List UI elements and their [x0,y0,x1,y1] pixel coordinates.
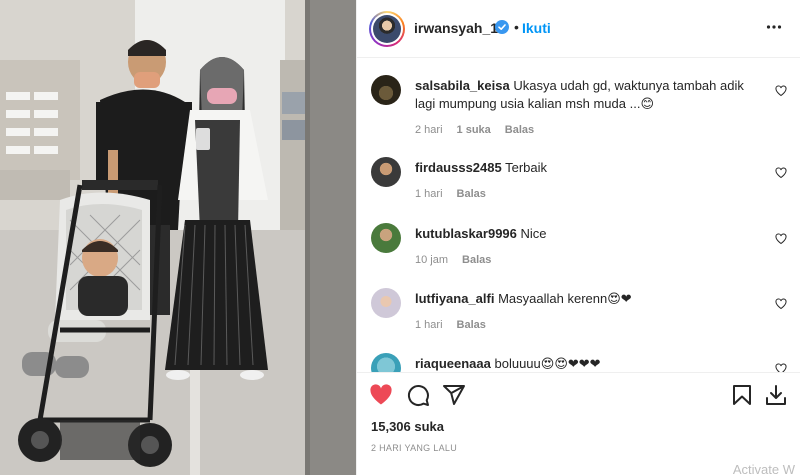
separator-dot: • [514,19,519,35]
comment-text: Terbaik [505,160,548,175]
post-actions: 15,306 suka 2 HARI YANG LALU Activate W [357,372,800,475]
comment-username[interactable]: lutfiyana_alfi [415,291,494,306]
commenter-avatar[interactable] [371,353,401,372]
reply-button[interactable]: Balas [457,319,486,331]
comment-meta: 10 jam Balas [415,254,491,266]
comment-like-icon[interactable] [775,85,787,97]
bookmark-icon[interactable] [730,383,754,407]
download-icon[interactable] [764,383,788,407]
comment-text: Nice [520,226,547,241]
comment-username[interactable]: kutublaskar9996 [415,226,517,241]
comment-username[interactable]: riaqueenaaa [415,356,491,371]
more-options-icon[interactable] [766,19,782,35]
comment-username[interactable]: firdausss2485 [415,160,502,175]
post-panel: irwansyah_15 • Ikuti salsabila_keisa Uka… [356,0,800,475]
commenter-avatar[interactable] [371,223,401,253]
comment-text: Masyaallah kerenn😍❤ [498,291,632,306]
heart-filled-icon[interactable] [369,383,393,407]
photo-illustration [0,0,356,475]
comment-time: 2 hari [415,124,443,136]
verified-badge-icon [495,20,509,34]
profile-avatar[interactable] [369,11,405,47]
commenter-avatar[interactable] [371,157,401,187]
reply-button[interactable]: Balas [505,124,534,136]
post-header: irwansyah_15 • Ikuti [357,0,800,58]
commenter-avatar[interactable] [371,75,401,105]
likes-count[interactable]: 15,306 suka [371,419,444,434]
follow-button[interactable]: Ikuti [522,20,551,36]
post-username[interactable]: irwansyah_15 [414,20,506,36]
comment-like-icon[interactable] [775,167,787,179]
share-icon[interactable] [442,383,466,407]
comment-icon[interactable] [406,383,430,407]
reply-button[interactable]: Balas [457,188,486,200]
comment-time: 1 hari [415,188,443,200]
reply-button[interactable]: Balas [462,254,491,266]
comment-meta: 1 hari Balas [415,319,486,331]
comment-text: boluuuu😍😍❤❤❤ [494,356,601,371]
comment-time: 10 jam [415,254,449,266]
os-watermark: Activate W [732,462,795,475]
comment-time: 1 hari [415,319,443,331]
comment-like-icon[interactable] [775,233,787,245]
comment-like-icon[interactable] [775,298,787,310]
post-date: 2 HARI YANG LALU [371,443,457,453]
comment-username[interactable]: salsabila_keisa [415,78,510,93]
comment-like-icon[interactable] [775,363,787,372]
comment-meta: 2 hari 1 suka Balas [415,124,534,136]
commenter-avatar[interactable] [371,288,401,318]
comment-meta: 1 hari Balas [415,188,486,200]
comment-likes[interactable]: 1 suka [457,124,491,136]
post-photo[interactable] [0,0,356,475]
comments-list[interactable]: salsabila_keisa Ukasya udah gd, waktunya… [357,59,800,372]
